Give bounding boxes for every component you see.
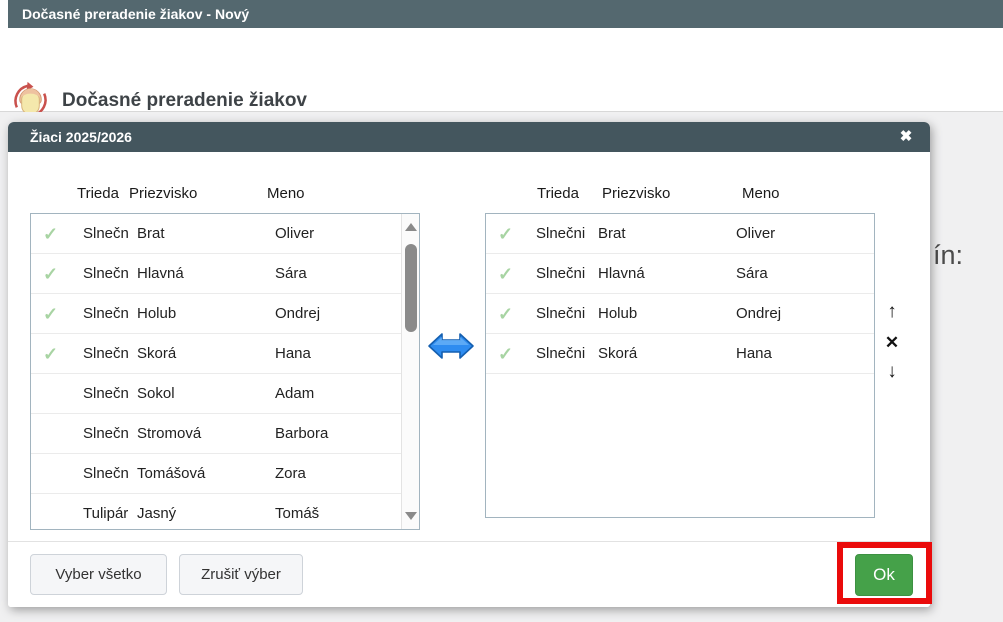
table-row[interactable]: Slnečn Stromová Barbora xyxy=(31,414,401,454)
scroll-up-icon[interactable] xyxy=(405,223,417,231)
cell-meno: Ondrej xyxy=(736,294,856,334)
right-col-header-meno: Meno xyxy=(742,185,780,202)
students-dialog: Žiaci 2025/2026 ✖ Trieda Priezvisko Meno… xyxy=(8,122,930,607)
clear-selection-button[interactable]: Zrušiť výber xyxy=(179,554,303,595)
table-row[interactable]: ✓ Slnečn Brat Oliver xyxy=(31,214,401,254)
cell-trieda: Slnečn xyxy=(83,294,135,334)
dialog-footer: Vyber všetko Zrušiť výber Ok xyxy=(8,541,930,607)
cell-priezvisko: Tomášová xyxy=(137,454,272,494)
check-icon: ✓ xyxy=(43,254,69,294)
table-row[interactable]: ✓ Slnečn Hlavná Sára xyxy=(31,254,401,294)
scrollbar-thumb[interactable] xyxy=(405,244,417,332)
available-students-list: ✓ Slnečn Brat Oliver ✓ Slnečn Hlavná Sár… xyxy=(30,213,420,530)
ok-button[interactable]: Ok xyxy=(855,554,913,596)
cell-trieda: Slnečn xyxy=(83,254,135,294)
select-all-button[interactable]: Vyber všetko xyxy=(30,554,167,595)
remove-icon[interactable]: ✕ xyxy=(880,331,904,355)
move-up-icon[interactable]: ↑ xyxy=(880,300,904,324)
cell-priezvisko: Hlavná xyxy=(598,254,733,294)
cell-trieda: Slnečni xyxy=(536,294,592,334)
check-icon: ✓ xyxy=(498,214,524,254)
cell-trieda: Slnečn xyxy=(83,214,135,254)
cell-meno: Oliver xyxy=(736,214,856,254)
cell-priezvisko: Holub xyxy=(598,294,733,334)
check-icon: ✓ xyxy=(43,214,69,254)
selected-students-list: ✓ Slnečni Brat Oliver ✓ Slnečni Hlavná S… xyxy=(485,213,875,518)
check-icon: ✓ xyxy=(498,254,524,294)
scroll-down-icon[interactable] xyxy=(405,512,417,520)
cell-trieda: Slnečn xyxy=(83,414,135,454)
check-icon: ✓ xyxy=(498,334,524,374)
window-title: Dočasné preradenie žiakov - Nový xyxy=(22,6,249,22)
table-row[interactable]: ✓ Slnečni Brat Oliver xyxy=(486,214,874,254)
window-titlebar: Dočasné preradenie žiakov - Nový xyxy=(8,0,1003,28)
cell-meno: Sára xyxy=(736,254,856,294)
table-row[interactable]: ✓ Slnečn Holub Ondrej xyxy=(31,294,401,334)
cell-priezvisko: Holub xyxy=(137,294,272,334)
right-col-header-trieda: Trieda xyxy=(537,185,579,202)
cell-meno: Zora xyxy=(275,454,395,494)
table-row[interactable]: Tulipár Jasný Tomáš xyxy=(31,494,401,530)
table-row[interactable]: ✓ Slnečni Hlavná Sára xyxy=(486,254,874,294)
cell-priezvisko: Sokol xyxy=(137,374,272,414)
check-icon: ✓ xyxy=(43,334,69,374)
table-row[interactable]: Slnečn Sokol Adam xyxy=(31,374,401,414)
cell-trieda: Slnečni xyxy=(536,254,592,294)
cell-priezvisko: Brat xyxy=(137,214,272,254)
background-label-fragment: ín: xyxy=(933,240,963,271)
scrollbar[interactable] xyxy=(401,214,419,529)
cell-meno: Adam xyxy=(275,374,395,414)
dialog-title: Žiaci 2025/2026 xyxy=(30,129,132,145)
cell-priezvisko: Skorá xyxy=(598,334,733,374)
dialog-titlebar: Žiaci 2025/2026 ✖ xyxy=(8,122,930,152)
table-row[interactable]: ✓ Slnečni Skorá Hana xyxy=(486,334,874,374)
cell-priezvisko: Skorá xyxy=(137,334,272,374)
cell-trieda: Slnečn xyxy=(83,454,135,494)
cell-trieda: Slnečn xyxy=(83,334,135,374)
cell-meno: Hana xyxy=(736,334,856,374)
table-row[interactable]: ✓ Slnečn Skorá Hana xyxy=(31,334,401,374)
cell-priezvisko: Jasný xyxy=(137,494,272,530)
move-down-icon[interactable]: ↓ xyxy=(880,360,904,384)
check-icon: ✓ xyxy=(498,294,524,334)
cell-priezvisko: Brat xyxy=(598,214,733,254)
left-col-header-trieda: Trieda xyxy=(77,185,123,202)
cell-meno: Tomáš xyxy=(275,494,395,530)
left-col-header-meno: Meno xyxy=(267,185,305,202)
cell-priezvisko: Hlavná xyxy=(137,254,272,294)
cell-trieda: Slnečn xyxy=(83,374,135,414)
cell-priezvisko: Stromová xyxy=(137,414,272,454)
cell-trieda: Tulipár xyxy=(83,494,135,530)
app-header: Dočasné preradenie žiakov xyxy=(0,28,1003,112)
cell-meno: Oliver xyxy=(275,214,395,254)
table-row[interactable]: ✓ Slnečni Holub Ondrej xyxy=(486,294,874,334)
cell-meno: Sára xyxy=(275,254,395,294)
page-title: Dočasné preradenie žiakov xyxy=(62,90,307,112)
cell-meno: Barbora xyxy=(275,414,395,454)
cell-trieda: Slnečni xyxy=(536,334,592,374)
swap-arrow-icon[interactable] xyxy=(427,328,475,364)
cell-meno: Ondrej xyxy=(275,294,395,334)
table-row[interactable]: Slnečn Tomášová Zora xyxy=(31,454,401,494)
cell-trieda: Slnečni xyxy=(536,214,592,254)
close-icon[interactable]: ✖ xyxy=(896,122,916,152)
right-col-header-priezvisko: Priezvisko xyxy=(602,185,670,202)
cell-meno: Hana xyxy=(275,334,395,374)
check-icon: ✓ xyxy=(43,294,69,334)
left-col-header-priezvisko: Priezvisko xyxy=(129,185,197,202)
